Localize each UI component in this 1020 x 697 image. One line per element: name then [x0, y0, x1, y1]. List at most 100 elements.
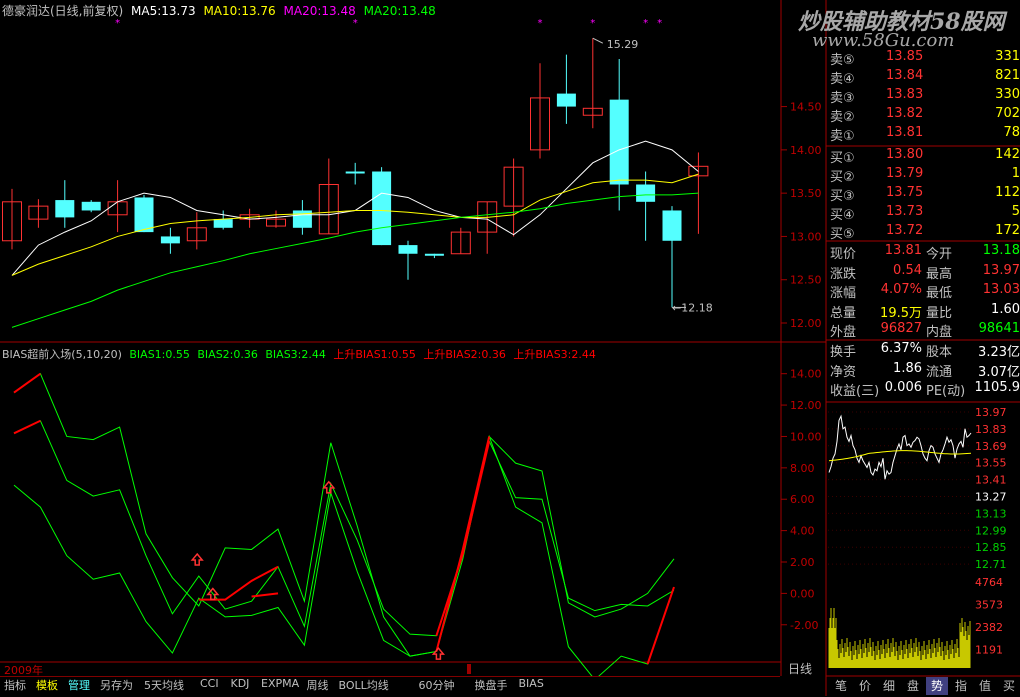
right-tab-item[interactable]: 势 [926, 677, 948, 695]
bottom-tab-item[interactable]: EXPMA [261, 677, 299, 695]
orderbook-price: 13.73 [886, 204, 923, 219]
right-tab-item[interactable]: 盘 [902, 677, 924, 695]
up-bias1-label: 上升BIAS1:0.55 [333, 348, 416, 361]
orderbook-volume: 331 [995, 49, 1020, 64]
right-tab-item[interactable]: 价 [854, 677, 876, 695]
orderbook-price: 13.85 [886, 49, 923, 64]
bias-tick-label: 2.00 [790, 556, 815, 569]
watermark-line2: www.58Gu.com [812, 30, 954, 51]
bottom-tab-item[interactable]: 另存为 [100, 677, 133, 695]
orderbook-label: 卖⑤ [830, 49, 855, 68]
quote-label: 总量 [830, 302, 856, 321]
orderbook-volume: 172 [995, 223, 1020, 238]
quote-value: 1.60 [991, 302, 1020, 317]
orderbook-volume: 821 [995, 68, 1020, 83]
buy-row: 买④13.735 [830, 204, 1020, 223]
right-tab-item[interactable]: 细 [878, 677, 900, 695]
intraday-price-label: 12.85 [975, 541, 1007, 554]
orderbook-label: 买⑤ [830, 223, 855, 242]
bias-series-line [14, 374, 674, 656]
candle-body [610, 100, 629, 185]
intraday-price-label: 13.13 [975, 507, 1007, 520]
quote-label: 收益(三) [830, 380, 879, 399]
right-tab-item[interactable]: 笔 [830, 677, 852, 695]
orderbook-volume: 5 [1012, 204, 1020, 219]
bias-tick-label: -2.00 [790, 619, 818, 632]
orderbook-volume: 142 [995, 147, 1020, 162]
bottom-tab-item[interactable]: 模板 [36, 677, 58, 695]
bottom-tab-item[interactable]: 周线 [307, 677, 329, 695]
quote-label: 换手 [830, 341, 856, 360]
bottom-tab-item[interactable]: 60分钟 [419, 677, 455, 695]
bottom-tab-item[interactable]: 管理 [68, 677, 90, 695]
quote-row: 现价13.81今开13.18 [830, 243, 1020, 262]
right-tab-item[interactable]: 指 [950, 677, 972, 695]
quote-label: 量比 [926, 302, 952, 321]
bias-series-line [14, 421, 674, 636]
ma20-label-b: MA20:13.48 [364, 4, 436, 18]
low-annotation-label: ←12.18 [672, 301, 713, 314]
bias2-label: BIAS2:0.36 [197, 348, 258, 361]
stock-title: 德豪润达(日线,前复权) [2, 4, 123, 18]
quote-row: 涨幅4.07%最低13.03 [830, 282, 1020, 301]
orderbook-price: 13.82 [886, 106, 923, 121]
intraday-volume-label: 2382 [975, 621, 1003, 634]
quote-label: 现价 [830, 243, 856, 262]
bias-tick-label: 0.00 [790, 587, 815, 600]
intraday-price-label: 13.27 [975, 491, 1007, 504]
price-tick-label: 13.50 [790, 187, 822, 200]
quote-row: 涨跌0.54最高13.97 [830, 263, 1020, 282]
candle-body [372, 172, 391, 246]
period-label[interactable]: 日线 [788, 660, 812, 677]
intraday-price-label: 13.55 [975, 457, 1007, 470]
intraday-price-label: 13.97 [975, 406, 1007, 419]
candle-body [55, 200, 74, 217]
orderbook-label: 买② [830, 166, 855, 185]
quote-label: 净资 [830, 361, 856, 380]
bias-tick-label: 8.00 [790, 462, 815, 475]
right-tab-item[interactable]: 买 [998, 677, 1020, 695]
bias-indicator-name: BIAS超前入场(5,10,20) [2, 348, 122, 361]
sell-row: 卖①13.8178 [830, 125, 1020, 144]
candle-body [399, 245, 418, 254]
bias3-label: BIAS3:2.44 [265, 348, 326, 361]
orderbook-label: 卖② [830, 106, 855, 125]
bottom-tab-item[interactable]: BIAS [519, 677, 544, 695]
bottom-tab-item[interactable]: 换盘手 [475, 677, 508, 695]
quote-value: 1105.9 [975, 380, 1020, 395]
intraday-average-line [829, 451, 971, 461]
quote-label: 今开 [926, 243, 952, 262]
quote-row: 总量 19.5万量比 1.60 [830, 302, 1020, 321]
orderbook-volume: 330 [995, 87, 1020, 102]
bias-header: BIAS超前入场(5,10,20) BIAS1:0.55 BIAS2:0.36 … [2, 346, 596, 362]
bias-series-line [14, 374, 40, 393]
quote-value: 19.5万 [880, 302, 922, 321]
bias-tick-label: 14.00 [790, 368, 822, 381]
bias-series-line [14, 436, 674, 679]
bottom-tab-item[interactable]: KDJ [231, 677, 250, 695]
orderbook-volume: 78 [1003, 125, 1020, 140]
bias-lines [14, 374, 674, 680]
candle-body [346, 172, 365, 174]
buy-row: 买⑤13.72172 [830, 223, 1020, 242]
price-tick-label: 13.00 [790, 230, 822, 243]
bottom-tab-item[interactable]: 指标 [4, 677, 26, 695]
orderbook-volume: 702 [995, 106, 1020, 121]
bottom-tab-item[interactable]: CCI [200, 677, 219, 695]
orderbook-label: 买③ [830, 185, 855, 204]
right-tab-item[interactable]: 值 [974, 677, 996, 695]
orderbook-price: 13.84 [886, 68, 923, 83]
bottom-tab-item[interactable]: BOLL均线 [339, 677, 389, 695]
quote-label: 涨跌 [830, 263, 856, 282]
price-tick-label: 14.00 [790, 144, 822, 157]
quote-value: 13.18 [983, 243, 1020, 258]
quote-label: PE(动) [926, 380, 965, 399]
candle-body [425, 254, 444, 256]
orderbook-price: 13.75 [886, 185, 923, 200]
year-label: 2009年 [4, 662, 43, 678]
bottom-tab-item[interactable]: 5天均线 [144, 677, 184, 695]
bias-tick-label: 10.00 [790, 430, 822, 443]
candle-body [636, 184, 655, 201]
bias-series-line [436, 436, 489, 651]
bias-tick-label: 4.00 [790, 525, 815, 538]
